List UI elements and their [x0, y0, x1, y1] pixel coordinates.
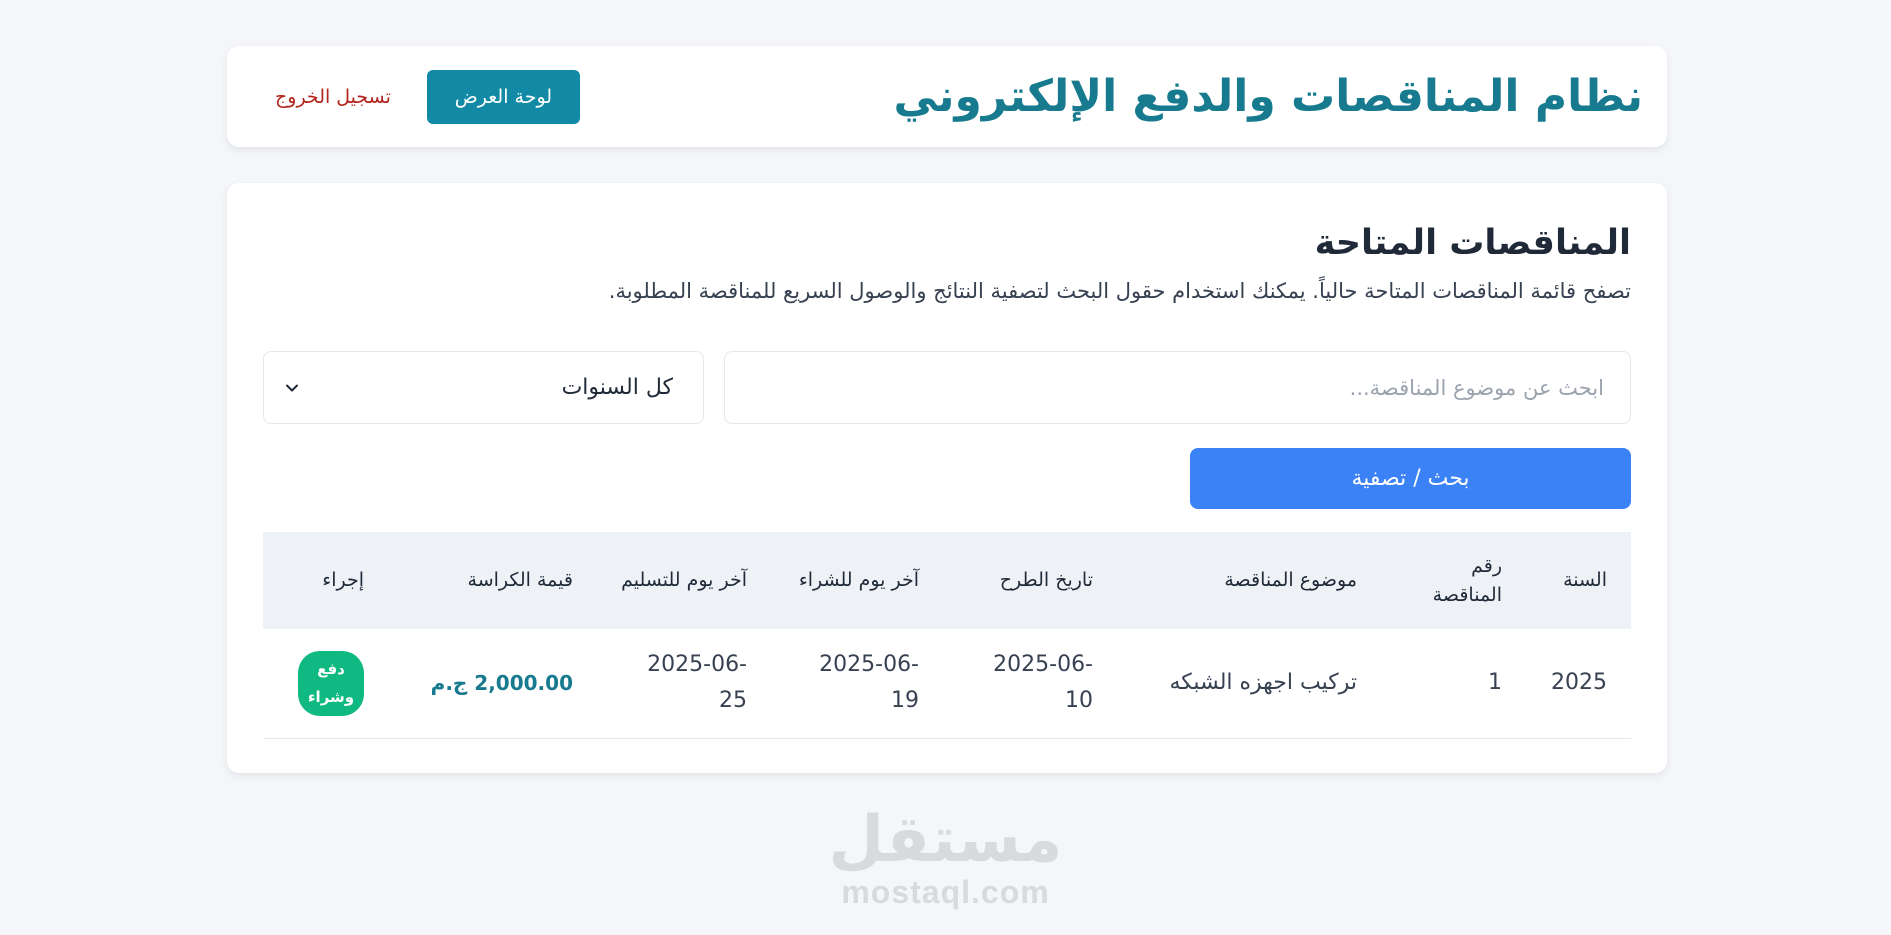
cell-year: 2025 — [1551, 670, 1607, 696]
header-last-purchase: آخر يوم للشراء — [798, 569, 919, 592]
year-select[interactable]: كل السنوات — [263, 351, 704, 424]
section-description: تصفح قائمة المناقصات المتاحة حالياً. يمك… — [608, 279, 1631, 303]
cell-last-purchase: 2025-06-19 — [819, 651, 919, 714]
cell-subject: تركيب اجهزه الشبكه — [1169, 670, 1357, 696]
header-last-delivery: آخر يوم للتسليم — [621, 569, 747, 592]
cell-booklet-price: 2,000.00 ج.م — [430, 670, 573, 695]
logout-link[interactable]: تسجيل الخروج — [275, 86, 391, 108]
chevron-down-icon — [284, 380, 300, 396]
search-input[interactable] — [724, 351, 1631, 424]
header-number: رقم المناقصة — [1432, 555, 1502, 606]
header-publish-date: تاريخ الطرح — [999, 569, 1093, 592]
search-filter-button[interactable]: بحث / تصفية — [1190, 448, 1631, 509]
top-header: نظام المناقصات والدفع الإلكتروني لوحة ال… — [227, 46, 1667, 147]
cell-publish-date: 2025-06-10 — [993, 651, 1093, 714]
header-subject: موضوع المناقصة — [1224, 569, 1357, 592]
header-actions: لوحة العرض تسجيل الخروج — [275, 69, 580, 124]
header-year: السنة — [1563, 569, 1607, 592]
cell-action: دفع وشراء — [263, 629, 404, 738]
tenders-table-wrapper: السنة رقم المناقصة موضوع المناقصة تاريخ … — [263, 532, 1631, 739]
watermark: مستقل mostaql.com — [0, 808, 1891, 911]
watermark-arabic: مستقل — [828, 803, 1063, 877]
year-select-value: كل السنوات — [561, 375, 673, 400]
section-title: المناقصات المتاحة — [1314, 223, 1631, 263]
header-action: إجراء — [322, 569, 364, 592]
watermark-latin: mostaql.com — [841, 874, 1050, 910]
pay-and-buy-button[interactable]: دفع وشراء — [298, 650, 364, 716]
filters-bar: كل السنوات — [263, 351, 1631, 424]
cell-last-delivery: 2025-06-25 — [647, 651, 747, 714]
header-booklet-price: قيمة الكراسة — [467, 569, 573, 592]
tenders-table: السنة رقم المناقصة موضوع المناقصة تاريخ … — [263, 532, 1631, 739]
table-header-row: السنة رقم المناقصة موضوع المناقصة تاريخ … — [263, 532, 1631, 629]
table-header: السنة رقم المناقصة موضوع المناقصة تاريخ … — [263, 532, 1631, 629]
site-title: نظام المناقصات والدفع الإلكتروني — [893, 71, 1643, 122]
tenders-card: المناقصات المتاحة تصفح قائمة المناقصات ا… — [227, 183, 1667, 773]
cell-number: 1 — [1488, 670, 1502, 696]
dashboard-button[interactable]: لوحة العرض — [426, 69, 580, 124]
table-body: 2025 1 تركيب اجهزه الشبكه 2025-06-10 202… — [263, 629, 1631, 738]
table-row: 2025 1 تركيب اجهزه الشبكه 2025-06-10 202… — [263, 629, 1631, 738]
